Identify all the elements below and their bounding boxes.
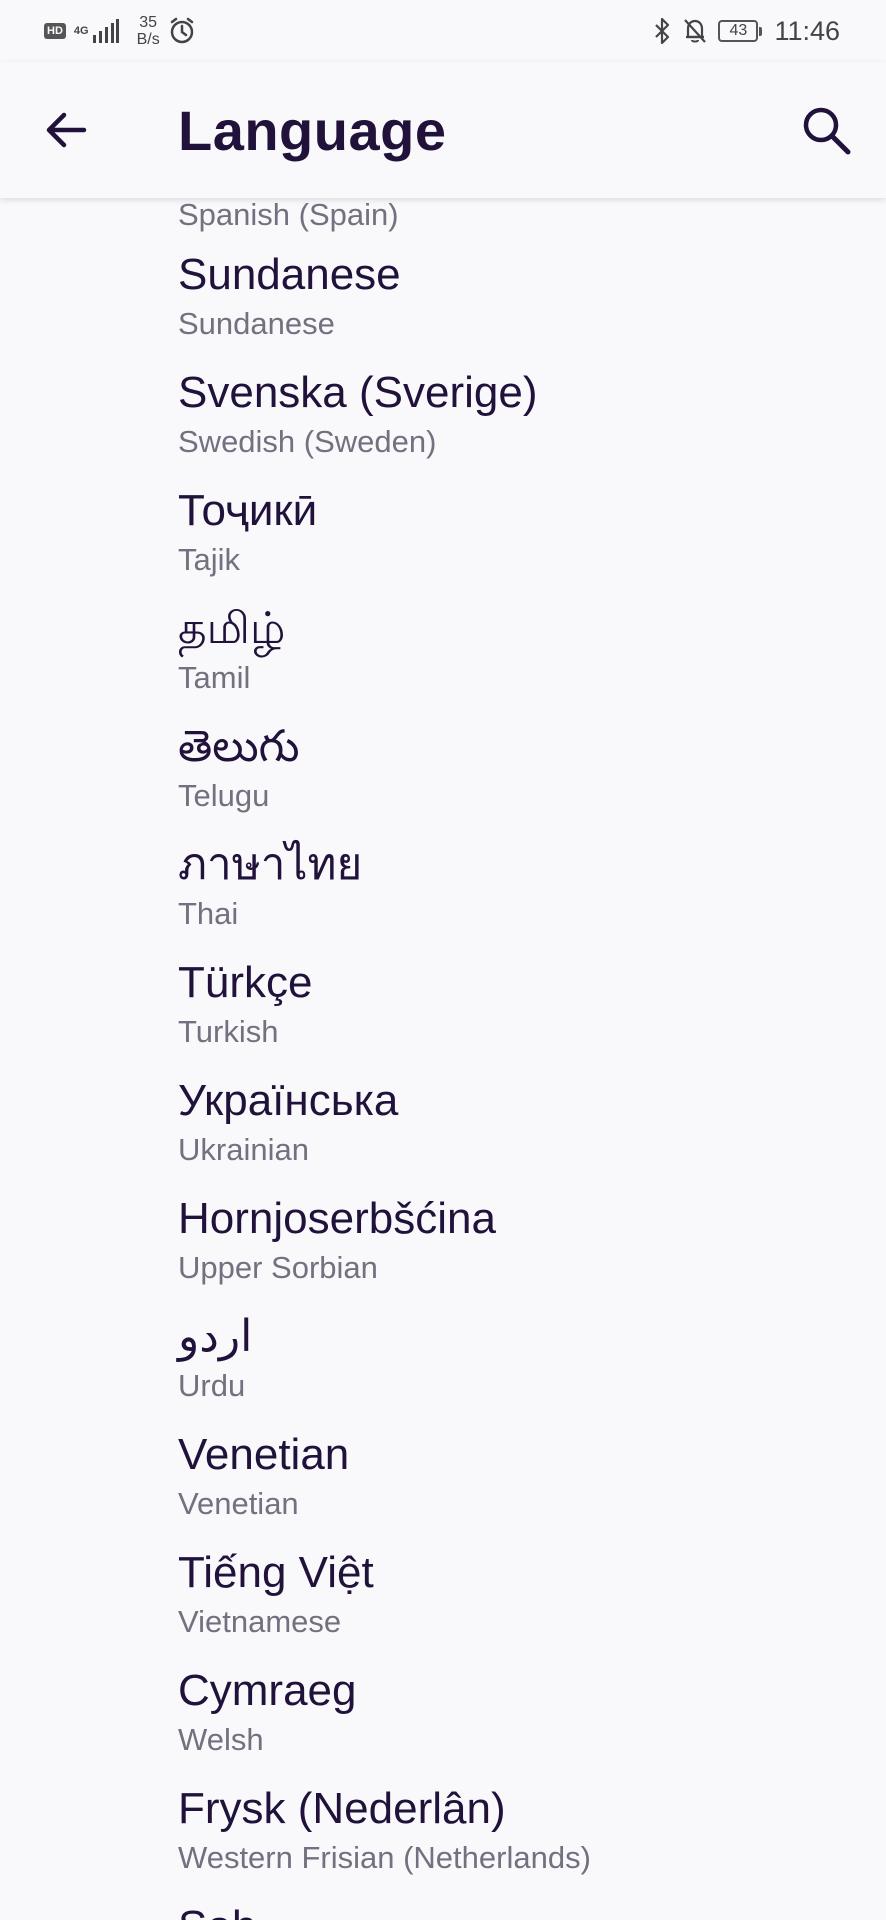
language-item[interactable]: اردو Urdu [0,1308,886,1426]
language-item[interactable]: Тоҷикӣ Tajik [0,482,886,600]
alarm-icon [170,17,193,44]
status-left-group: HD 4G 35 B/s [44,12,196,50]
hd-badge: HD [44,23,66,39]
language-native-name: Frysk (Nederlân) [178,1784,506,1833]
language-native-name: ภาษาไทย [178,840,363,889]
language-native-name: Cymraeg [178,1666,357,1715]
language-native-name: Venetian [178,1430,350,1479]
language-item[interactable]: తెలుగు Telugu [0,718,886,836]
language-item[interactable]: Cymraeg Welsh [0,1662,886,1780]
language-native-name: Svenska (Sverige) [178,368,538,417]
language-english-name: Vietnamese [178,1604,342,1639]
language-native-name: Türkçe [178,958,313,1007]
language-english-name: Upper Sorbian [178,1250,378,1285]
language-native-name: Тоҷикӣ [178,486,318,535]
page-title: Language [178,99,447,162]
app-bar: Language [0,62,886,198]
language-item[interactable]: Українська Ukrainian [0,1072,886,1190]
language-item[interactable]: Frysk (Nederlân) Western Frisian (Nether… [0,1780,886,1898]
bluetooth-icon [655,17,670,45]
list-item-partial-top[interactable]: Spanish (Spain) [178,198,399,232]
language-english-name: Thai [178,896,239,931]
search-icon [803,107,851,155]
language-native-name: தமிழ் [178,604,286,653]
language-english-name: Welsh [178,1722,264,1757]
battery-icon: 43 [718,20,763,42]
language-item[interactable]: Tiếng Việt Vietnamese [0,1544,886,1662]
language-native-name: Українська [178,1076,399,1125]
language-english-name: Venetian [178,1486,299,1521]
network-speed: 35 B/s [137,14,160,48]
language-item[interactable]: Venetian Venetian [0,1426,886,1544]
language-item[interactable]: Svenska (Sverige) Swedish (Sweden) [0,364,886,482]
status-bar: HD 4G 35 B/s 43 11:46 [0,0,886,62]
language-native-name: Tiếng Việt [178,1548,374,1597]
language-english-name: Tamil [178,660,251,695]
language-english-name: Ukrainian [178,1132,309,1167]
speed-unit: B/s [136,31,160,48]
language-item[interactable]: தமிழ் Tamil [0,600,886,718]
language-item[interactable]: ภาษาไทย Thai [0,836,886,954]
language-list[interactable]: Spanish (Spain) Sundanese Sundanese Sven… [0,198,886,1920]
language-item[interactable]: Sundanese Sundanese [0,246,886,364]
language-english-name: Urdu [178,1368,246,1403]
language-english-name: Western Frisian (Netherlands) [178,1840,591,1875]
language-native-name: తెలుగు [178,722,300,771]
language-item[interactable]: Hornjoserbšćina Upper Sorbian [0,1190,886,1308]
language-english-name: Turkish [178,1014,279,1049]
arrow-left-icon [46,112,87,148]
speed-value: 35 [139,14,158,31]
language-english-name: Swedish (Sweden) [178,424,437,459]
list-item-partial-bottom[interactable]: Sah [0,1898,886,1920]
battery-level: 43 [729,22,748,39]
search-button[interactable] [794,98,858,162]
language-items: Sundanese Sundanese Svenska (Sverige) Sw… [0,246,886,1920]
language-item[interactable]: Türkçe Turkish [0,954,886,1072]
language-native-name: Hornjoserbšćina [178,1194,496,1243]
language-native-name: اردو [178,1312,253,1361]
language-english-name: Telugu [178,778,270,813]
language-english-name: Tajik [178,542,241,577]
status-right-group: 43 11:46 [652,12,840,50]
signal-icon [92,19,119,43]
language-english-name: Sundanese [178,306,335,341]
back-button[interactable] [36,100,96,160]
network-type: 4G [73,25,89,37]
clock: 11:46 [774,15,840,46]
notifications-off-icon [684,19,707,43]
language-native-name: Sundanese [178,250,401,299]
